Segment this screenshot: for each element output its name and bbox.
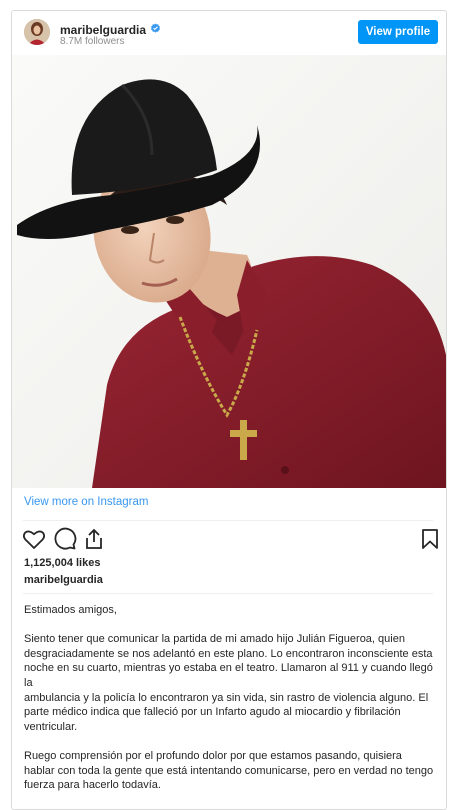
action-bar [22,527,438,553]
header-username[interactable]: maribelguardia [60,23,146,37]
post-caption: Estimados amigos, Siento tener que comun… [24,603,434,807]
post-header: maribelguardia 8.7M followers View profi… [12,11,446,55]
caption-paragraph: Estimados amigos, [24,604,117,616]
divider [23,593,433,594]
view-profile-button[interactable]: View profile [358,20,438,44]
caption-paragraph: Siento tener que comunicar la partida de… [24,633,433,733]
share-icon[interactable] [82,527,106,551]
follower-count: 8.7M followers [60,36,125,47]
heart-icon[interactable] [22,527,46,551]
like-count[interactable]: 1,125,004 likes [24,557,100,569]
divider [23,520,433,521]
avatar[interactable] [24,19,50,45]
comment-icon[interactable] [53,527,77,551]
verified-badge-icon [150,21,161,39]
instagram-embed-card: maribelguardia 8.7M followers View profi… [11,10,447,810]
view-more-link[interactable]: View more on Instagram [24,496,148,508]
caption-paragraph: Ruego comprensión por el profundo dolor … [24,749,434,792]
bookmark-icon[interactable] [418,527,442,551]
post-photo[interactable] [12,55,446,488]
caption-username[interactable]: maribelguardia [24,574,103,586]
